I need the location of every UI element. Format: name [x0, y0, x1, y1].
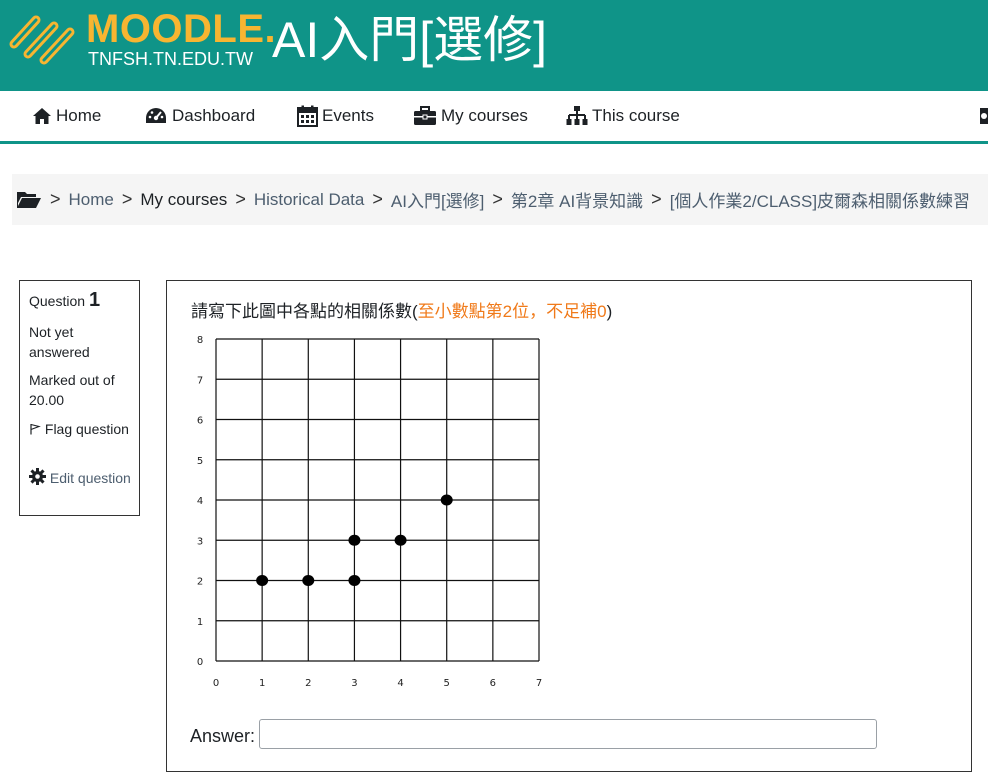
breadcrumb-separator: >	[121, 189, 133, 209]
y-tick-label: 6	[197, 416, 203, 427]
flag-question-link[interactable]: Flag question	[29, 419, 134, 439]
breadcrumb-historical-data[interactable]: Historical Data	[254, 190, 365, 210]
breadcrumb-separator: >	[651, 189, 662, 209]
nav-my-courses-label: My courses	[441, 106, 528, 125]
question-state: Not yet answered	[29, 324, 90, 360]
question-number-value: 1	[88, 289, 101, 311]
data-point	[256, 575, 269, 586]
y-tick-label: 0	[197, 657, 203, 668]
breadcrumb-bar: > Home > My courses > Historical Data > …	[12, 174, 988, 225]
nav-home[interactable]: Home	[32, 91, 101, 141]
home-icon	[33, 108, 51, 124]
y-tick-label: 1	[197, 617, 203, 628]
scatter-chart: 0 1 2 3 4 5 6 7 0 1 2 3 4 5 6 7 8	[197, 335, 542, 689]
nav-this-course-label: This course	[592, 106, 680, 125]
question-content: 請寫下此圖中各點的相關係數(至小數點第2位，不足補0) 0 1 2 3 4 5 6 7 0 1 2 3…	[166, 280, 972, 772]
data-point	[440, 494, 453, 506]
edit-question-label: Edit question	[49, 470, 131, 486]
y-tick-label: 4	[197, 496, 203, 507]
breadcrumb-course[interactable]: AI入門[選修]	[391, 187, 485, 212]
puzzle-icon[interactable]	[980, 106, 988, 126]
nav-this-course[interactable]: This course	[566, 91, 680, 141]
x-tick-label: 4	[397, 678, 403, 689]
data-point	[302, 575, 315, 586]
breadcrumb-separator: >	[492, 189, 503, 209]
question-label: Question	[29, 293, 86, 309]
folder-open-icon	[17, 191, 41, 208]
question-grade: Marked out of 20.00	[29, 372, 115, 408]
breadcrumb-my-courses[interactable]: My courses	[140, 190, 227, 210]
dashboard-icon	[146, 108, 166, 123]
site-title[interactable]: AI入門[選修]	[272, 2, 547, 78]
moodle-logo-icon[interactable]	[6, 6, 86, 66]
data-point	[394, 534, 407, 546]
brand-subtitle: TNFSH.TN.EDU.TW	[88, 49, 253, 69]
calendar-icon	[297, 105, 318, 127]
y-tick-label: 3	[197, 536, 203, 547]
y-tick-label: 7	[197, 375, 203, 386]
breadcrumb-home[interactable]: Home	[69, 190, 114, 210]
nav-dashboard[interactable]: Dashboard	[144, 91, 255, 141]
data-point	[348, 575, 361, 586]
nav-my-courses[interactable]: My courses	[413, 91, 528, 141]
question-text: 請寫下此圖中各點的相關係數(至小數點第2位，不足補0)	[191, 297, 612, 322]
edit-question-link[interactable]: Edit question	[29, 468, 134, 488]
nav-events-label: Events	[322, 106, 374, 125]
breadcrumb-activity[interactable]: [個人作業2/CLASS]皮爾森相關係數練習	[670, 187, 970, 212]
breadcrumb-separator: >	[372, 189, 383, 209]
briefcase-icon	[414, 106, 436, 125]
site-header: MOODLE. TNFSH.TN.EDU.TW AI入門[選修]	[0, 0, 988, 91]
x-tick-label: 0	[213, 678, 219, 689]
data-point	[348, 534, 361, 546]
sitemap-icon	[566, 106, 588, 125]
question-info: Question 1 Not yet answered Marked out o…	[19, 280, 140, 516]
nav-home-label: Home	[56, 106, 102, 125]
brand-name[interactable]: MOODLE.	[86, 6, 276, 52]
breadcrumb-section[interactable]: 第2章 AI背景知識	[511, 187, 643, 212]
question-text-highlight: 至小數點第2位，不足補0	[417, 302, 607, 321]
x-tick-label: 7	[536, 678, 542, 689]
nav-events[interactable]: Events	[297, 91, 374, 141]
nav-dashboard-label: Dashboard	[172, 106, 256, 125]
breadcrumb-separator: >	[235, 189, 246, 209]
answer-input[interactable]	[259, 719, 877, 749]
x-tick-label: 1	[259, 678, 265, 689]
x-tick-label: 6	[490, 678, 496, 689]
breadcrumb-separator: >	[50, 189, 61, 209]
primary-navigation: Home Dashboard Events My courses This co…	[0, 91, 988, 144]
question-text-main: 請寫下此圖中各點的相關係數(	[191, 302, 418, 321]
x-tick-label: 3	[351, 678, 357, 689]
x-tick-label: 5	[444, 678, 450, 689]
flag-question-label: Flag question	[44, 421, 129, 437]
question-number: Question 1	[29, 289, 100, 312]
flag-icon	[30, 423, 41, 435]
y-tick-label: 8	[197, 335, 203, 346]
gear-icon	[29, 468, 46, 485]
breadcrumb: > Home > My courses > Historical Data > …	[16, 174, 970, 225]
x-tick-label: 2	[305, 678, 311, 689]
y-tick-label: 5	[197, 456, 203, 467]
y-tick-label: 2	[197, 577, 203, 588]
question-text-end: )	[606, 302, 613, 321]
answer-label: Answer:	[190, 726, 256, 746]
